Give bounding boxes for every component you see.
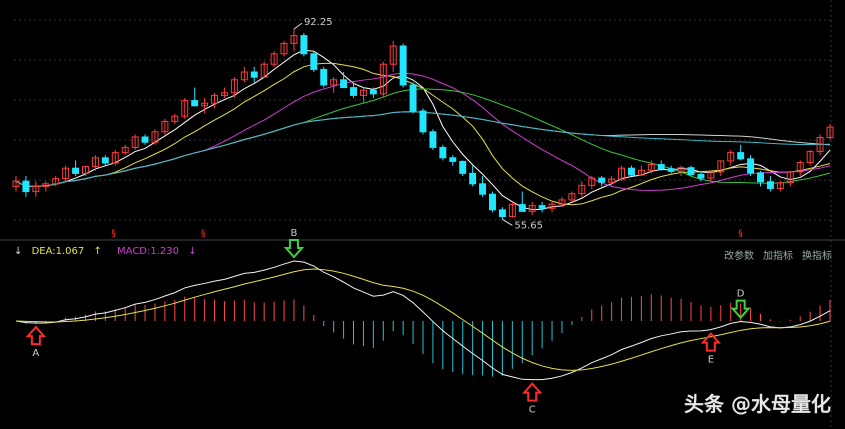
high-label: 92.25 <box>304 17 333 28</box>
candle-body <box>459 160 467 174</box>
high-leader <box>293 22 303 30</box>
candlestick-series <box>12 29 834 220</box>
signal-marker-0: § <box>111 229 116 239</box>
candle-body <box>697 173 705 179</box>
candle-body <box>627 167 635 176</box>
candle-body <box>757 172 764 183</box>
candle-body <box>667 168 675 172</box>
arrow-label-e: E <box>708 355 714 366</box>
edit-params-button[interactable]: 改参数 <box>724 247 754 262</box>
signal-marker-1: § <box>201 229 206 239</box>
price-annotations: 92.25 55.65 <box>293 17 543 231</box>
marker-b: B <box>283 228 305 259</box>
arrow-e <box>700 332 722 352</box>
candle-body <box>429 131 437 148</box>
signal-markers: § § § <box>111 229 743 239</box>
candle-body <box>766 181 774 189</box>
candle-body <box>340 79 348 89</box>
arrow-c <box>521 382 543 402</box>
legend-dea: DEA:1.067 ↑ <box>31 246 102 257</box>
signal-marker-2: § <box>738 229 743 239</box>
arrow-label-d: D <box>737 289 745 300</box>
candle-body <box>747 158 755 174</box>
legend-arrow: ↓ <box>14 246 23 257</box>
candle-body <box>409 84 417 112</box>
candle-body <box>469 172 477 185</box>
add-indicator-button[interactable]: 加指标 <box>763 247 793 262</box>
marker-e: E <box>700 332 722 366</box>
candle-body <box>498 209 506 218</box>
candle-body <box>310 53 318 70</box>
arrow-b <box>283 239 305 259</box>
candle-body <box>449 157 457 162</box>
candle-body <box>687 167 695 175</box>
arrow-label-a: A <box>32 348 39 359</box>
candle-body <box>518 204 526 212</box>
candle-body <box>320 68 328 86</box>
chart-canvas: 92.25 55.65 § § § A B C D E <box>0 0 845 429</box>
arrow-label-b: B <box>291 228 298 239</box>
arrow-label-c: C <box>529 405 536 416</box>
candle-body <box>598 177 606 183</box>
candle-body <box>538 205 546 209</box>
candle-body <box>22 180 30 193</box>
candle-body <box>489 193 496 211</box>
candle-body <box>350 87 357 96</box>
candle-body <box>300 35 308 55</box>
candle-body <box>419 110 427 133</box>
macd-legend: ↓ DEA:1.067 ↑ MACD:1.230 ↓ <box>14 246 209 257</box>
candle-body <box>737 152 745 160</box>
candle-body <box>141 136 149 143</box>
candle-body <box>657 164 665 170</box>
candle-body <box>399 45 407 86</box>
marker-a: A <box>25 325 47 359</box>
candle-body <box>439 146 447 159</box>
low-label: 55.65 <box>514 220 543 231</box>
candle-body <box>72 167 80 174</box>
candle-body <box>101 157 109 164</box>
candle-body <box>191 100 199 107</box>
watermark: 头条 @水母量化 <box>684 392 831 416</box>
grid <box>0 0 845 429</box>
candle-body <box>479 183 487 195</box>
arrow-a <box>25 325 47 346</box>
candle-body <box>250 71 258 78</box>
marker-c: C <box>521 382 543 416</box>
switch-indicator-button[interactable]: 换指标 <box>802 247 832 262</box>
legend-macd: MACD:1.230 ↓ <box>117 246 197 257</box>
candle-body <box>369 89 377 95</box>
